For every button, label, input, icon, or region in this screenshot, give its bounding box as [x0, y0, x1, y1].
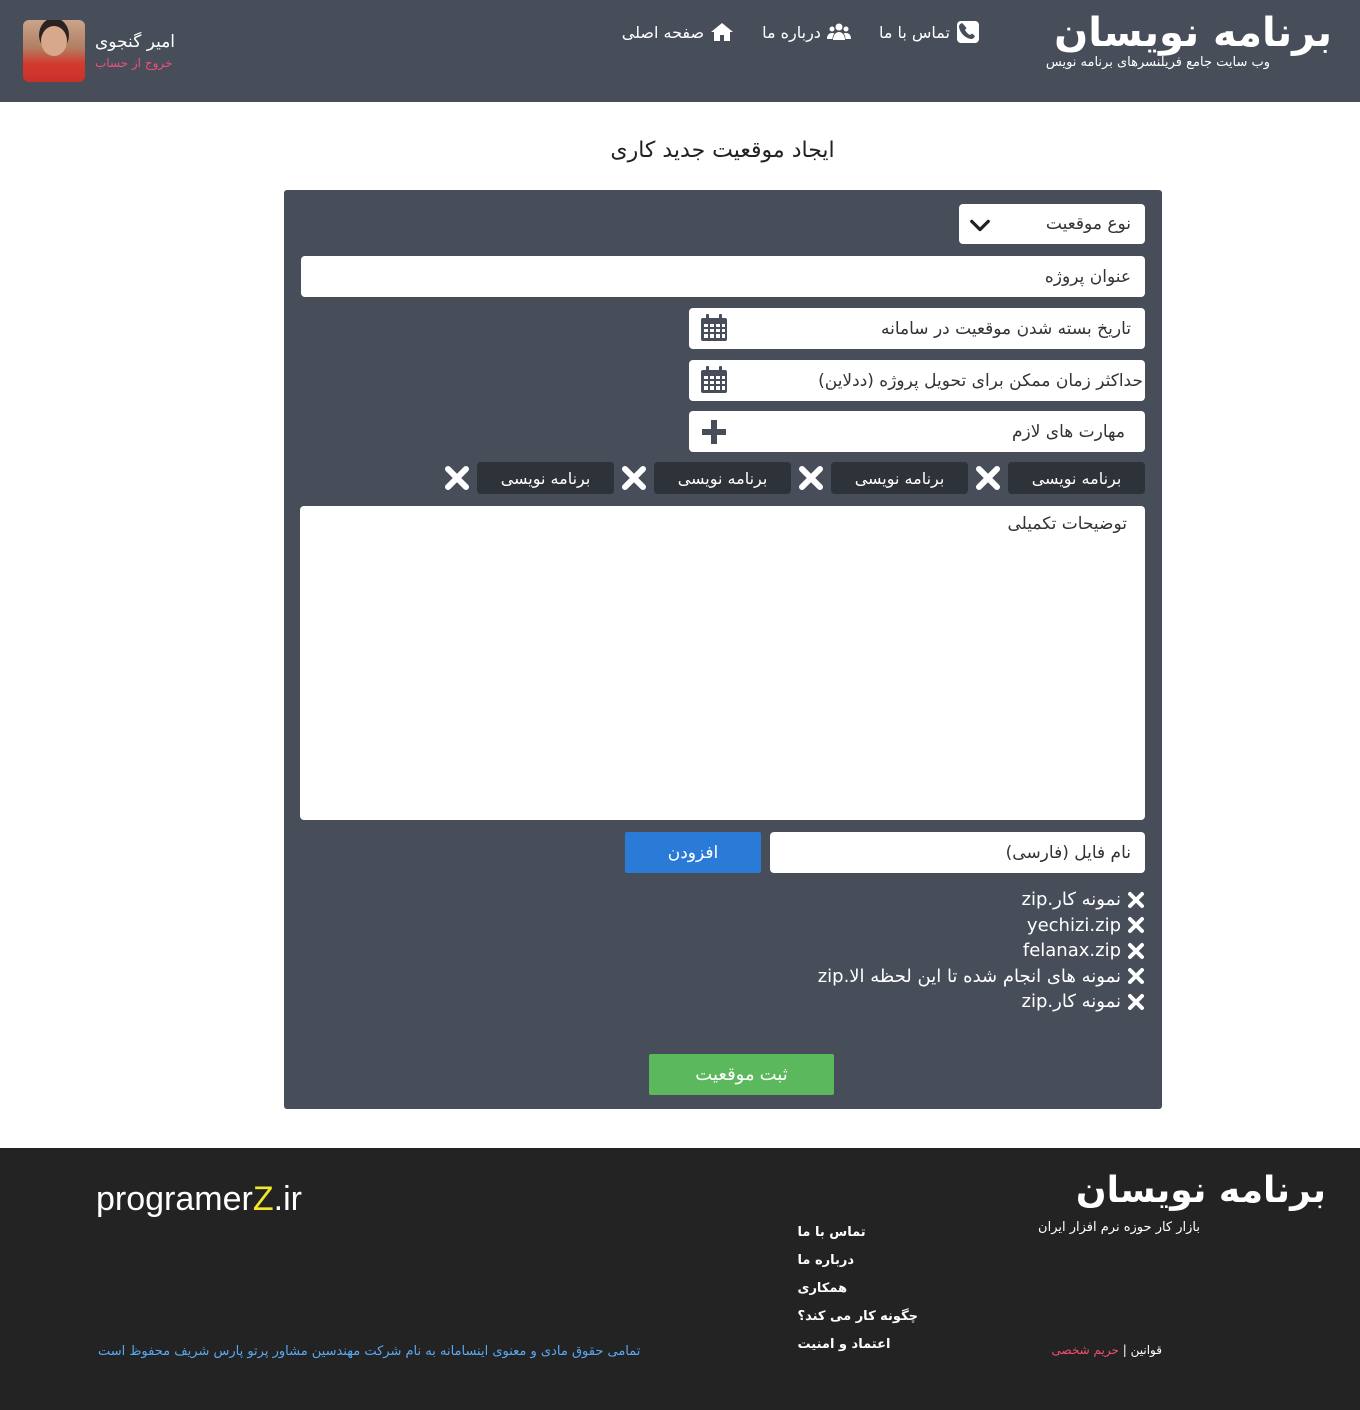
rules-link[interactable]: قوانین: [1131, 1343, 1162, 1357]
description-textarea[interactable]: توضیحات تکمیلی: [300, 506, 1145, 820]
brand-suffix: .ir: [273, 1180, 302, 1218]
close-icon[interactable]: [797, 464, 825, 492]
avatar[interactable]: [23, 20, 85, 82]
footer-link-about[interactable]: درباره ما: [798, 1252, 855, 1270]
deadline-placeholder: حداکثر زمان ممکن برای تحویل پروژه (ددلای…: [818, 370, 1143, 391]
nav-home[interactable]: صفحه اصلی: [622, 20, 734, 44]
nav-about[interactable]: درباره ما: [762, 20, 851, 44]
skill-tag-label: برنامه نویسی: [831, 462, 968, 494]
legal-links: قوانین | حریم شخصی: [1052, 1343, 1162, 1357]
legal-separator: |: [1122, 1343, 1127, 1357]
close-date-input[interactable]: تاریخ بسته شدن موقعیت در سامانه: [689, 308, 1145, 349]
privacy-link[interactable]: حریم شخصی: [1052, 1343, 1119, 1357]
nav-about-label: درباره ما: [762, 22, 821, 42]
brand-prefix: programer: [96, 1180, 253, 1218]
deadline-input[interactable]: حداکثر زمان ممکن برای تحویل پروژه (ددلای…: [689, 360, 1145, 401]
skill-tag: برنامه نویسی: [974, 462, 1145, 494]
skill-tags: برنامه نویسی برنامه نویسی برنامه نویسی ب…: [443, 462, 1145, 494]
footer-link-how-it-works[interactable]: چگونه کار می کند؟: [798, 1308, 918, 1326]
list-item: نمونه کار.zip: [818, 887, 1145, 913]
submit-position-button[interactable]: ثبت موقعیت: [649, 1054, 834, 1095]
list-item: felanax.zip: [818, 938, 1145, 964]
plus-icon[interactable]: [699, 417, 729, 447]
file-name-input[interactable]: نام فایل (فارسی): [770, 832, 1145, 873]
skill-tag-label: برنامه نویسی: [1008, 462, 1145, 494]
site-footer: برنامه نویسان بازار کار حوزه نرم افزار ا…: [0, 1148, 1360, 1410]
copyright-text: تمامی حقوق مادی و معنوی اینسامانه به نام…: [98, 1344, 641, 1359]
home-icon: [711, 23, 734, 41]
position-type-select[interactable]: نوع موقعیت: [959, 204, 1145, 244]
logo-text: برنامه نویسان: [1054, 10, 1332, 56]
file-name-placeholder: نام فایل (فارسی): [1005, 842, 1131, 863]
site-header: برنامه نویسان وب سایت جامع فریلنسرهای بر…: [0, 0, 1360, 102]
chevron-down-icon: [970, 219, 990, 232]
description-placeholder: توضیحات تکمیلی: [1007, 514, 1127, 534]
file-name: felanax.zip: [1022, 940, 1121, 962]
calendar-icon[interactable]: [699, 365, 729, 395]
site-logo[interactable]: برنامه نویسان: [1012, 8, 1332, 58]
list-item: yechizi.zip: [818, 913, 1145, 939]
footer-logo-subtitle: بازار کار حوزه نرم افزار ایران: [1038, 1220, 1200, 1235]
close-icon[interactable]: [620, 464, 648, 492]
file-name: yechizi.zip: [1026, 914, 1121, 936]
users-icon: [826, 23, 851, 40]
file-list: نمونه کار.zip yechizi.zip felanax.zip نم…: [818, 887, 1145, 1015]
user-block: امیر گنجوی خروج از حساب: [23, 20, 175, 82]
new-position-form: نوع موقعیت عنوان پروژه تاریخ بسته شدن مو…: [284, 190, 1162, 1109]
logout-link[interactable]: خروج از حساب: [95, 56, 172, 70]
footer-link-trust[interactable]: اعتماد و امنیت: [798, 1336, 891, 1354]
skill-tag: برنامه نویسی: [443, 462, 614, 494]
user-info: امیر گنجوی خروج از حساب: [95, 32, 175, 70]
nav-home-label: صفحه اصلی: [621, 22, 705, 42]
file-name: نمونه های انجام شده تا این لحظه الا.zip: [817, 965, 1121, 987]
project-title-input[interactable]: عنوان پروژه: [301, 256, 1145, 297]
page-title: ایجاد موقعیت جدید کاری: [610, 138, 835, 163]
phone-icon: [957, 21, 979, 43]
close-icon[interactable]: [443, 464, 471, 492]
logo-subtitle: وب سایت جامع فریلنسرهای برنامه نویس: [1045, 55, 1270, 70]
file-name: نمونه کار.zip: [1021, 991, 1121, 1013]
remove-file-icon[interactable]: [1127, 891, 1145, 909]
skill-tag: برنامه نویسی: [620, 462, 791, 494]
skills-placeholder: مهارت های لازم: [1011, 421, 1125, 442]
nav-contact-label: تماس با ما: [878, 22, 950, 42]
remove-file-icon[interactable]: [1127, 942, 1145, 960]
skill-tag: برنامه نویسی: [797, 462, 968, 494]
skills-input[interactable]: مهارت های لازم: [689, 411, 1145, 452]
close-icon[interactable]: [974, 464, 1002, 492]
calendar-icon[interactable]: [699, 313, 729, 343]
skill-tag-label: برنامه نویسی: [477, 462, 614, 494]
remove-file-icon[interactable]: [1127, 993, 1145, 1011]
list-item: نمونه های انجام شده تا این لحظه الا.zip: [818, 964, 1145, 990]
brand-z: Z: [252, 1180, 274, 1218]
file-name: نمونه کار.zip: [1021, 889, 1121, 911]
project-title-placeholder: عنوان پروژه: [1044, 266, 1131, 287]
footer-logo[interactable]: برنامه نویسان: [1076, 1170, 1326, 1211]
user-name: امیر گنجوی: [95, 32, 176, 52]
remove-file-icon[interactable]: [1127, 916, 1145, 934]
list-item: نمونه کار.zip: [818, 989, 1145, 1015]
main-nav: صفحه اصلی درباره ما تماس با ما: [622, 20, 980, 44]
close-date-placeholder: تاریخ بسته شدن موقعیت در سامانه: [880, 318, 1131, 339]
footer-link-contact[interactable]: تماس با ما: [798, 1224, 866, 1242]
footer-link-cooperation[interactable]: همکاری: [798, 1280, 848, 1298]
skill-tag-label: برنامه نویسی: [654, 462, 791, 494]
add-file-button[interactable]: افزودن: [625, 832, 761, 873]
footer-brand: programerZ.ir: [96, 1180, 302, 1219]
position-type-placeholder: نوع موقعیت: [1045, 214, 1131, 234]
footer-links: تماس با ما درباره ما همکاری چگونه کار می…: [798, 1224, 918, 1354]
remove-file-icon[interactable]: [1127, 967, 1145, 985]
nav-contact[interactable]: تماس با ما: [879, 20, 980, 44]
